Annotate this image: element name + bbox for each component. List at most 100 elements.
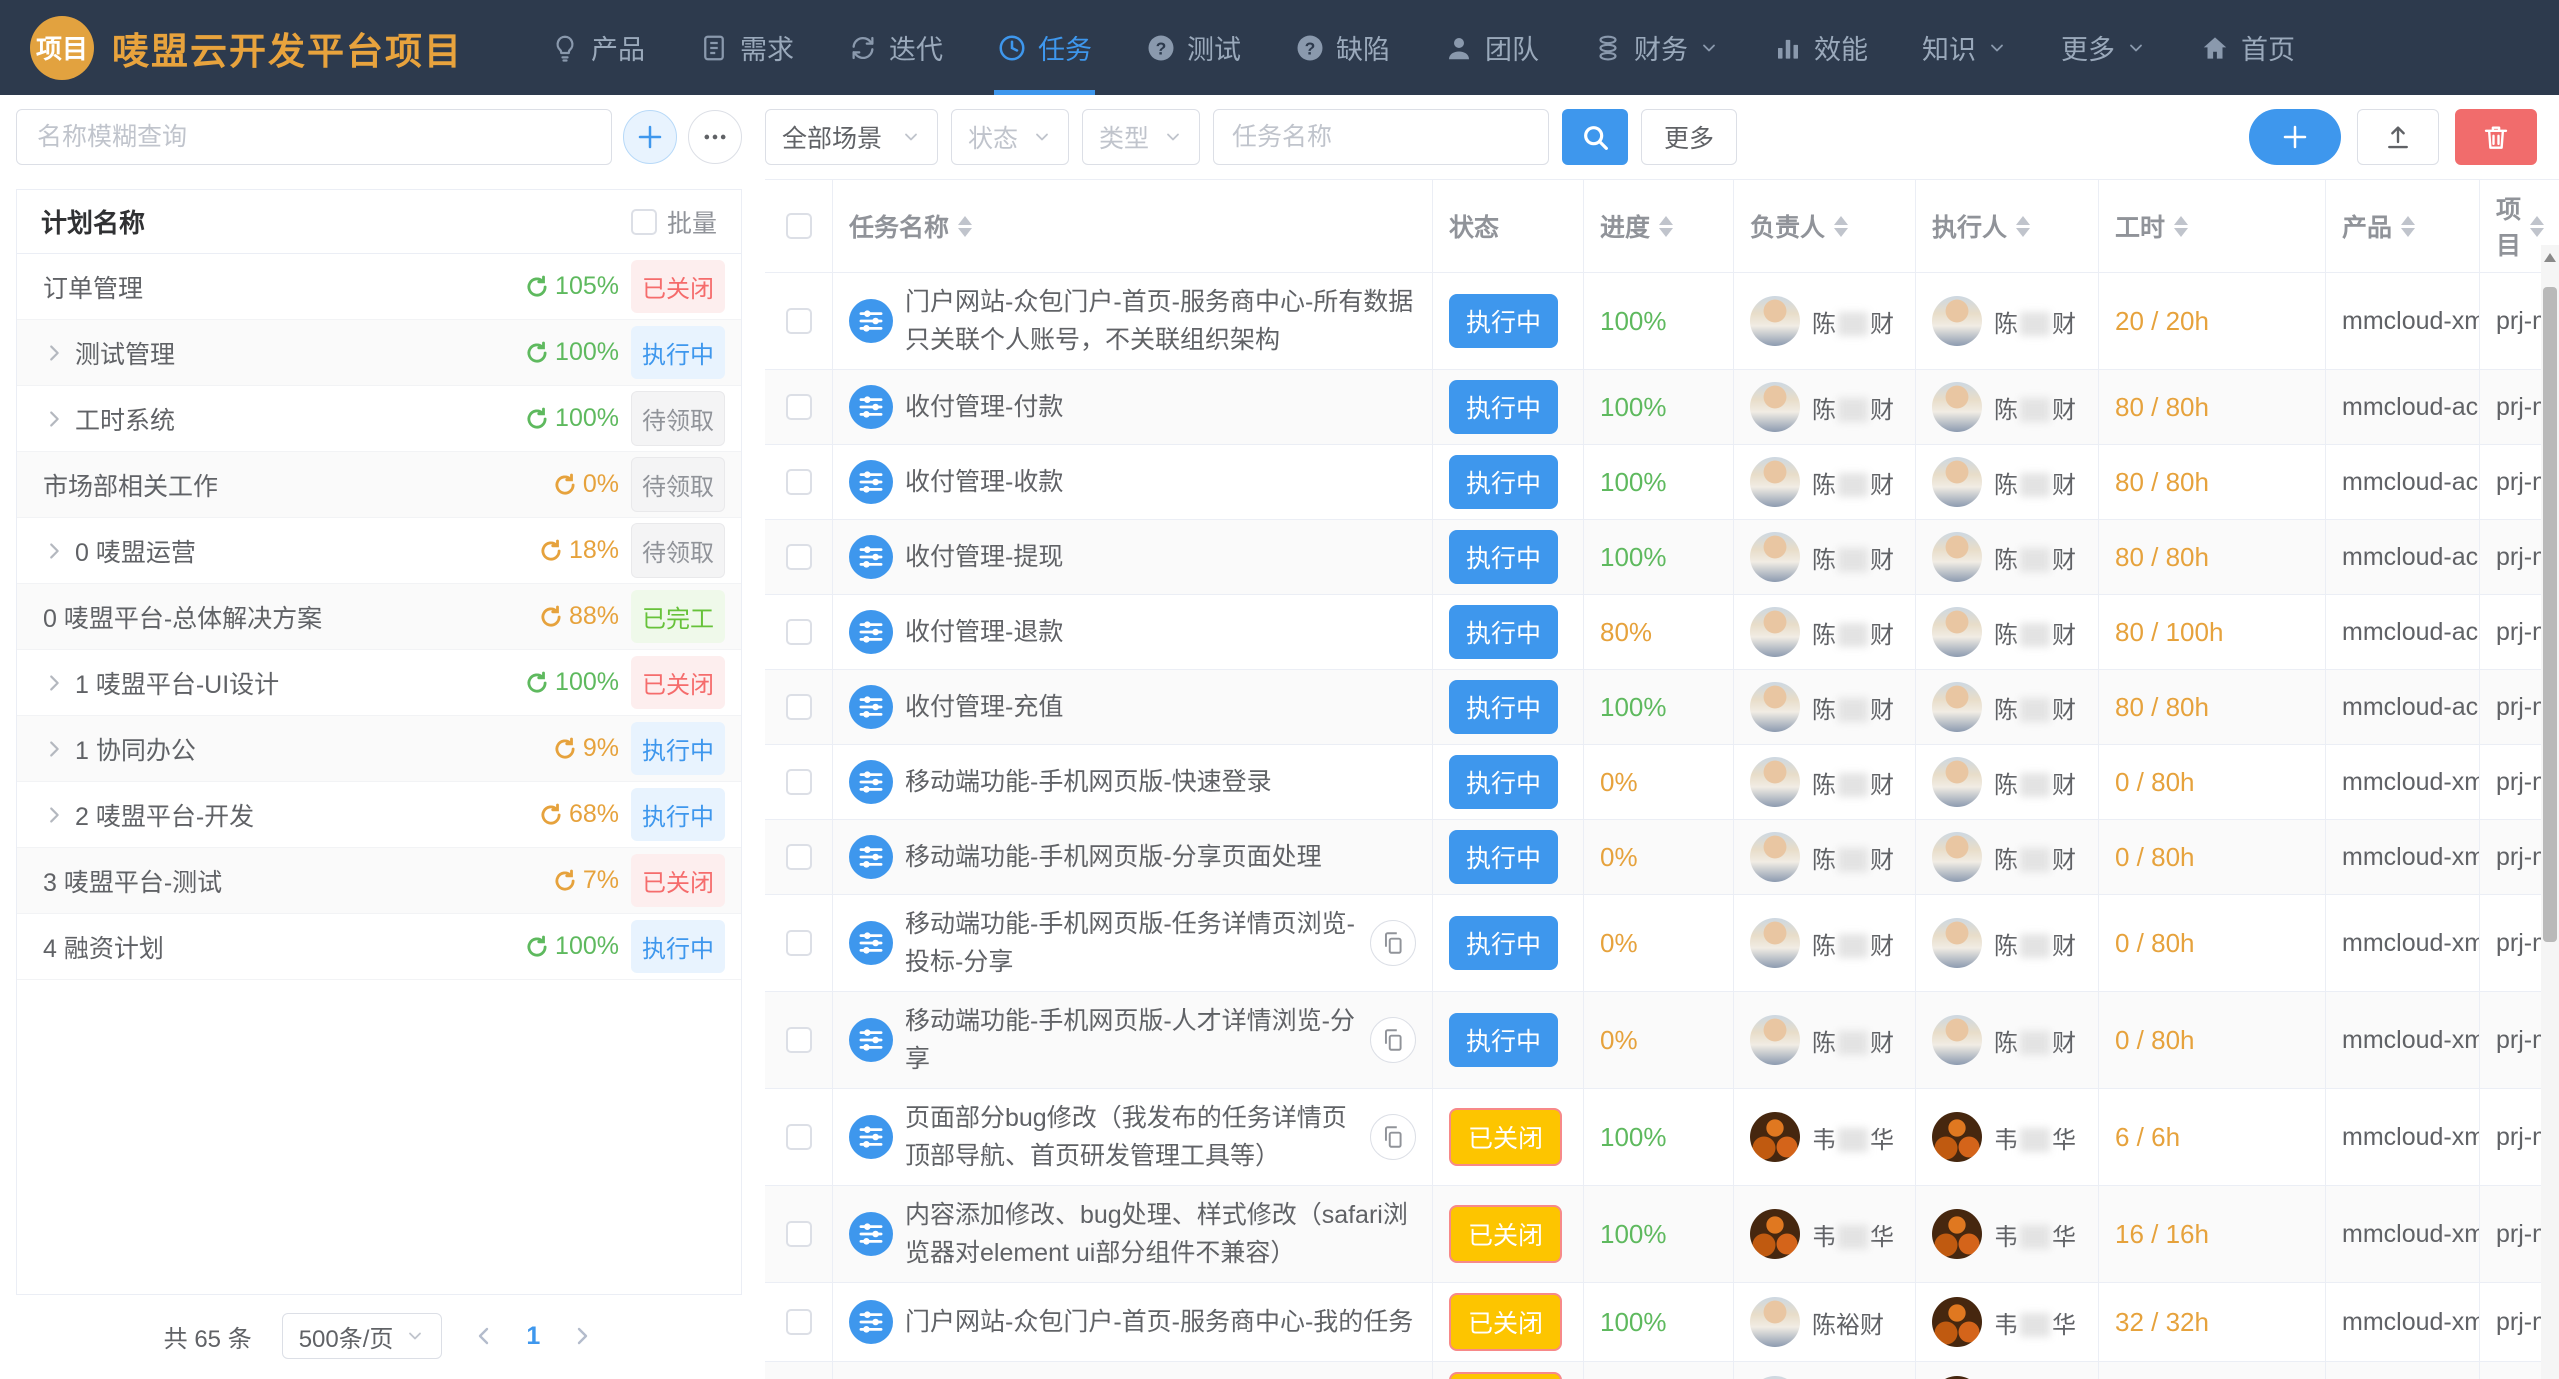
column-header-7[interactable]: 产品: [2326, 180, 2480, 272]
row-checkbox[interactable]: [786, 394, 812, 420]
add-task-button[interactable]: [2249, 109, 2341, 165]
sort-icon[interactable]: [2016, 216, 2030, 237]
expand-icon[interactable]: [43, 672, 65, 694]
executor-avatar: [1932, 1209, 1982, 1259]
sort-icon[interactable]: [1659, 216, 1673, 237]
sort-icon[interactable]: [2401, 216, 2415, 237]
task-row[interactable]: 移动端功能-手机网页版-任务详情页浏览-投标-分享执行中0%陈财陈财0 / 80…: [765, 895, 2559, 992]
column-header-5[interactable]: 执行人: [1916, 180, 2099, 272]
copy-button[interactable]: [1370, 920, 1416, 966]
task-row[interactable]: 移动端功能-手机网页版-人才详情浏览-分享执行中0%陈财陈财0 / 80hmmc…: [765, 992, 2559, 1089]
expand-icon[interactable]: [43, 342, 65, 364]
sort-icon[interactable]: [2530, 216, 2544, 237]
expand-icon[interactable]: [43, 540, 65, 562]
delete-button[interactable]: [2455, 109, 2537, 165]
task-row[interactable]: 页面部分bug修改（我发布的任务详情页顶部导航、首页研发管理工具等）已关闭100…: [765, 1089, 2559, 1186]
status-select[interactable]: 状态: [951, 109, 1069, 165]
plan-row[interactable]: 市场部相关工作0%待领取: [17, 452, 741, 518]
nav-item-4[interactable]: 任务: [970, 0, 1119, 95]
row-checkbox[interactable]: [786, 930, 812, 956]
plan-row[interactable]: 2 唛盟平台-开发68%执行中: [17, 782, 741, 848]
task-row[interactable]: 收付管理-退款执行中80%陈财陈财80 / 100hmmcloud-acprj-…: [765, 595, 2559, 670]
row-check-cell: [765, 745, 833, 819]
plan-page-number[interactable]: 1: [526, 1322, 540, 1351]
expand-icon[interactable]: [43, 738, 65, 760]
plan-search-input[interactable]: [16, 109, 612, 165]
copy-button[interactable]: [1370, 1114, 1416, 1160]
column-header-1[interactable]: 任务名称: [833, 180, 1433, 272]
task-row[interactable]: 门户网站-众包门户-服务商中心已关闭100%陈裕财韦32 / 32hprj-m: [765, 1362, 2559, 1379]
row-checkbox[interactable]: [786, 1124, 812, 1150]
sort-icon[interactable]: [1834, 216, 1848, 237]
batch-toggle[interactable]: 批量: [631, 204, 717, 240]
task-row[interactable]: 门户网站-众包门户-首页-服务商中心-我的任务已关闭100%陈裕财韦华32 / …: [765, 1283, 2559, 1362]
column-header-6[interactable]: 工时: [2099, 180, 2326, 272]
plan-next-page-icon[interactable]: [570, 1324, 594, 1348]
sort-icon[interactable]: [2174, 216, 2188, 237]
nav-item-12[interactable]: 首页: [2173, 0, 2322, 95]
export-button[interactable]: [2357, 109, 2439, 165]
column-header-4[interactable]: 负责人: [1734, 180, 1916, 272]
row-checkbox[interactable]: [786, 694, 812, 720]
plan-prev-page-icon[interactable]: [472, 1324, 496, 1348]
expand-icon[interactable]: [43, 804, 65, 826]
scroll-up-icon[interactable]: [2544, 253, 2556, 262]
column-header-3[interactable]: 进度: [1584, 180, 1734, 272]
add-plan-button[interactable]: [623, 110, 677, 164]
row-checkbox[interactable]: [786, 844, 812, 870]
row-checkbox[interactable]: [786, 1027, 812, 1053]
nav-item-3[interactable]: 迭代: [821, 0, 970, 95]
task-row[interactable]: 门户网站-众包门户-首页-服务商中心-所有数据只关联个人账号，不关联组织架构执行…: [765, 273, 2559, 370]
plan-row[interactable]: 测试管理100%执行中: [17, 320, 741, 386]
task-row[interactable]: 收付管理-收款执行中100%陈财陈财80 / 80hmmcloud-acprj-…: [765, 445, 2559, 520]
vertical-scrollbar[interactable]: [2541, 245, 2559, 1379]
nav-item-9[interactable]: 效能: [1746, 0, 1895, 95]
plan-row[interactable]: 3 唛盟平台-测试7%已关闭: [17, 848, 741, 914]
plan-row[interactable]: 4 融资计划100%执行中: [17, 914, 741, 980]
row-checkbox[interactable]: [786, 469, 812, 495]
search-button[interactable]: [1562, 109, 1628, 165]
row-checkbox[interactable]: [786, 308, 812, 334]
owner-cell: 陈财: [1734, 820, 1916, 894]
nav-item-11[interactable]: 更多: [2034, 0, 2173, 95]
nav-item-2[interactable]: 需求: [672, 0, 821, 95]
plan-page-size-select[interactable]: 500条/页: [282, 1313, 443, 1359]
task-row[interactable]: 收付管理-充值执行中100%陈财陈财80 / 80hmmcloud-acprj-…: [765, 670, 2559, 745]
plan-row[interactable]: 1 唛盟平台-UI设计100%已关闭: [17, 650, 741, 716]
plan-row[interactable]: 0 唛盟平台-总体解决方案88%已完工: [17, 584, 741, 650]
nav-item-7[interactable]: 团队: [1417, 0, 1566, 95]
expand-icon[interactable]: [43, 408, 65, 430]
task-name-input[interactable]: [1213, 109, 1549, 165]
task-row[interactable]: 移动端功能-手机网页版-分享页面处理执行中0%陈财陈财0 / 80hmmclou…: [765, 820, 2559, 895]
plan-row[interactable]: 0 唛盟运营18%待领取: [17, 518, 741, 584]
task-name: 收付管理-收款: [905, 463, 1063, 501]
vscroll-thumb[interactable]: [2543, 287, 2557, 942]
row-checkbox[interactable]: [786, 1221, 812, 1247]
task-row[interactable]: 移动端功能-手机网页版-快速登录执行中0%陈财陈财0 / 80hmmcloud-…: [765, 745, 2559, 820]
task-row[interactable]: 内容添加修改、bug处理、样式修改（safari浏览器对element ui部分…: [765, 1186, 2559, 1283]
nav-item-6[interactable]: ?缺陷: [1268, 0, 1417, 95]
row-checkbox[interactable]: [786, 619, 812, 645]
nav-item-8[interactable]: 财务: [1566, 0, 1746, 95]
task-row[interactable]: 收付管理-付款执行中100%陈财陈财80 / 80hmmcloud-acprj-…: [765, 370, 2559, 445]
plan-more-button[interactable]: [688, 110, 742, 164]
plan-row[interactable]: 1 协同办公9%执行中: [17, 716, 741, 782]
plan-row[interactable]: 订单管理105%已关闭: [17, 254, 741, 320]
sort-icon[interactable]: [958, 216, 972, 237]
column-label: 进度: [1600, 208, 1650, 244]
row-checkbox[interactable]: [786, 769, 812, 795]
more-filters-button[interactable]: 更多: [1641, 109, 1737, 165]
select-all-checkbox[interactable]: [786, 213, 812, 239]
copy-button[interactable]: [1370, 1017, 1416, 1063]
type-select[interactable]: 类型: [1082, 109, 1200, 165]
batch-checkbox[interactable]: [631, 209, 657, 235]
nav-item-5[interactable]: ?测试: [1119, 0, 1268, 95]
row-checkbox[interactable]: [786, 1309, 812, 1335]
scene-select[interactable]: 全部场景: [765, 109, 938, 165]
plan-row[interactable]: 工时系统100%待领取: [17, 386, 741, 452]
executor-cell: 陈财: [1916, 370, 2099, 444]
nav-item-1[interactable]: 产品: [523, 0, 672, 95]
nav-item-10[interactable]: 知识: [1895, 0, 2034, 95]
row-checkbox[interactable]: [786, 544, 812, 570]
task-row[interactable]: 收付管理-提现执行中100%陈财陈财80 / 80hmmcloud-acprj-…: [765, 520, 2559, 595]
